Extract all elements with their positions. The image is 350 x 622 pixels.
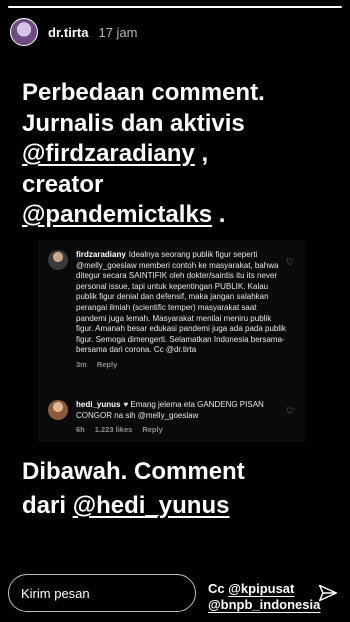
comment-item: hedi_yunus ♥ Emang jelema eta GANDENG PIS… — [48, 400, 289, 436]
commenter-avatar — [48, 250, 68, 270]
comment-text: Idealnya seorang publik figur seperti @m… — [76, 250, 286, 355]
comment-username: firdzaradiany — [76, 250, 126, 259]
comment-username: hedi_yunus — [76, 400, 121, 409]
username[interactable]: dr.tirta — [48, 25, 88, 40]
send-icon[interactable] — [318, 583, 338, 603]
subheadline-prefix: dari — [22, 492, 73, 519]
headline-line: Jurnalis dan aktivis — [22, 109, 245, 137]
comment-item: firdzaradiany Idealnya seorang publik fig… — [48, 250, 289, 371]
comment-reply-link: Reply — [142, 425, 163, 435]
comment-likes: 1.223 likes — [94, 425, 133, 435]
mention-link[interactable]: @pandemictalks — [22, 201, 212, 228]
story-progress-fill — [8, 6, 342, 8]
heart-icon: ♡ — [286, 257, 295, 267]
comment-meta: 3m Reply — [76, 360, 289, 371]
headline-text: Perbedaan comment. Jurnalis dan aktivis … — [22, 78, 336, 231]
comment-screenshot: firdzaradiany Idealnya seorang publik fig… — [38, 240, 305, 442]
post-time: 17 jam — [98, 24, 138, 40]
comment-meta: 6h 1.223 likes Reply — [76, 425, 289, 436]
cc-text: Cc @kpipusat @bnpb_indonesia — [208, 581, 320, 613]
headline-line: @pandemictalks . — [22, 200, 336, 231]
mention-link[interactable]: @hedi_yunus — [73, 492, 230, 519]
headline-punct: , — [194, 140, 209, 167]
mention-link[interactable]: @bnpb_indonesia — [208, 597, 320, 613]
subheadline-line: dari @hedi_yunus — [22, 489, 336, 523]
commenter-avatar — [48, 400, 68, 420]
comment-reply-link: Reply — [96, 359, 118, 369]
story-progress-bar — [8, 6, 342, 8]
subheadline-line: Dibawah. Comment — [22, 458, 245, 485]
mention-link[interactable]: @kpipusat — [228, 581, 294, 596]
headline-punct: . — [212, 201, 226, 228]
cc-prefix: Cc — [208, 581, 229, 596]
headline-line: creator — [22, 170, 104, 198]
cc-line: Cc @kpipusat — [208, 581, 320, 597]
headline-line: @firdzaradiany , — [22, 139, 336, 170]
heart-icon: ♡ — [286, 406, 295, 416]
send-message-input[interactable] — [9, 575, 191, 611]
comment-age: 3m — [76, 359, 87, 369]
mention-link[interactable]: @firdzaradiany — [22, 140, 195, 167]
story-header: dr.tirta 17 jam — [10, 17, 340, 47]
reply-bar[interactable] — [8, 574, 196, 612]
headline-line: Perbedaan comment. — [22, 79, 265, 106]
comment-age: 6h — [76, 425, 85, 435]
subheadline-text: Dibawah. Comment dari @hedi_yunus — [22, 455, 336, 523]
avatar[interactable] — [10, 18, 38, 46]
